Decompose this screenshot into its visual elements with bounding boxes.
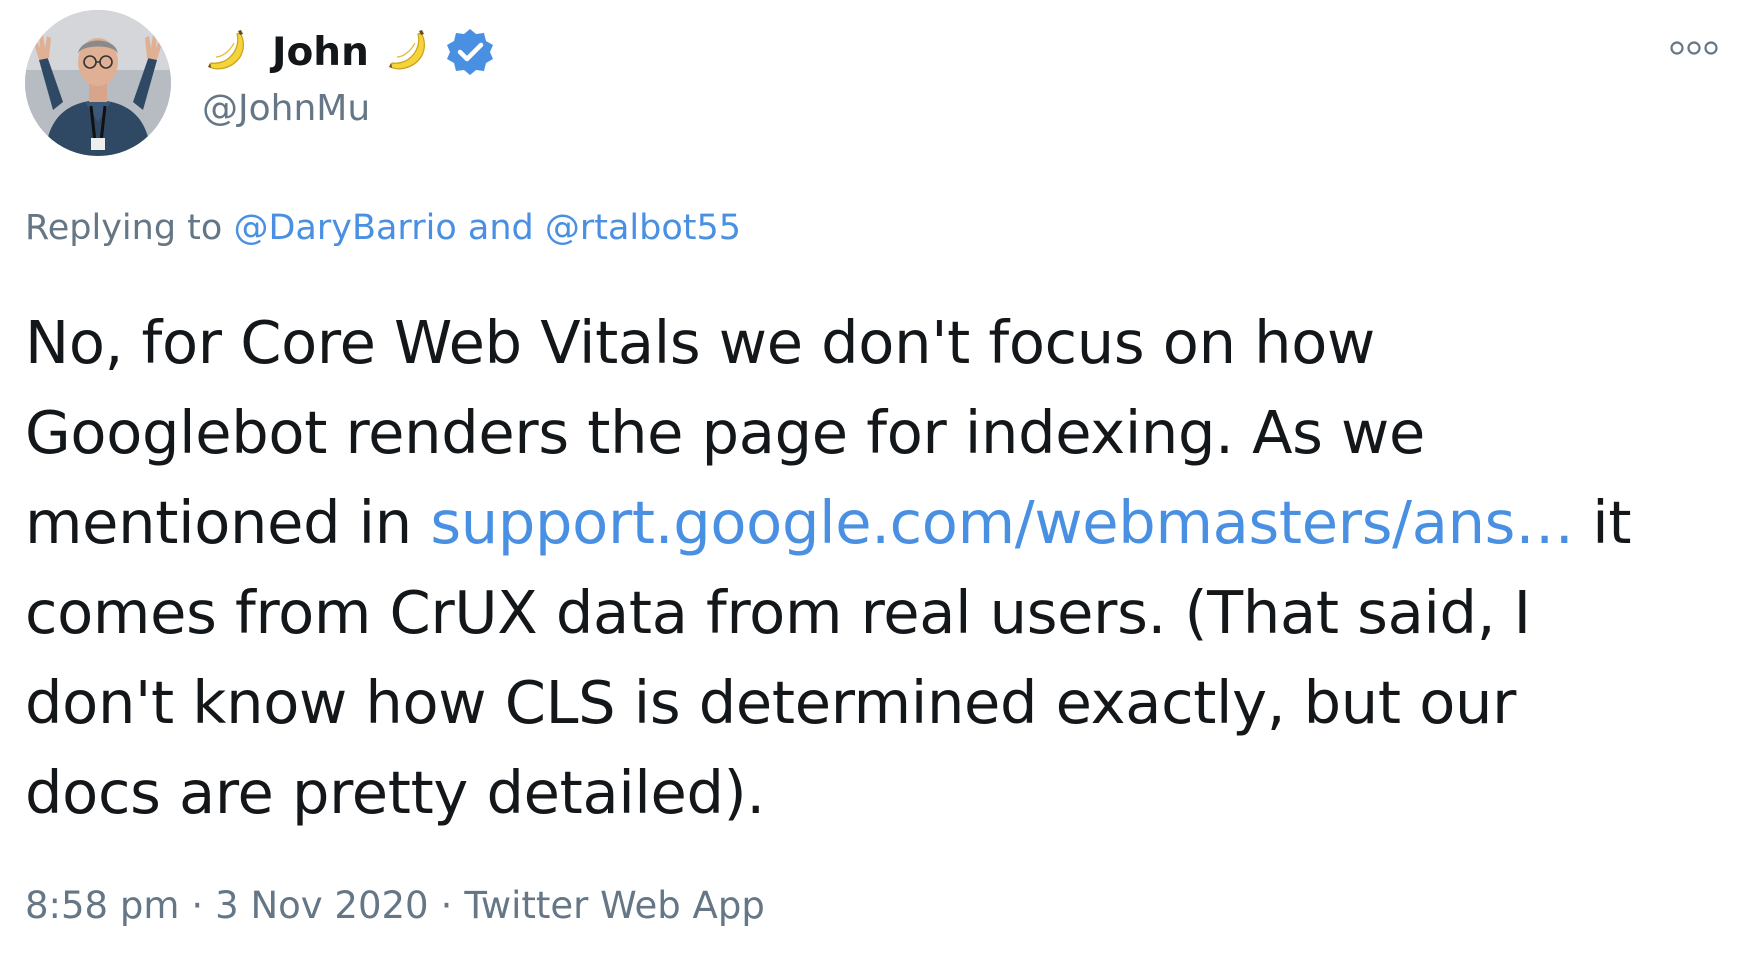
tweet-time[interactable]: 8:58 pm (25, 884, 179, 927)
mention-link-rtalbot55[interactable]: @rtalbot55 (545, 208, 741, 248)
tweet-text-segment: mentioned in (25, 488, 412, 557)
tweet-card: John @JohnMu Replying to @DaryBarrio and… (0, 0, 1755, 956)
more-options-icon[interactable] (1668, 36, 1720, 60)
author-name-row[interactable]: John (202, 22, 495, 82)
tweet-text-line: No, for Core Web Vitals we don't focus o… (25, 308, 1375, 377)
meta-separator: · (191, 884, 204, 927)
avatar[interactable] (25, 10, 171, 156)
banana-icon (202, 27, 254, 77)
tweet-text: No, for Core Web Vitals we don't focus o… (25, 298, 1735, 838)
tweet-metadata: 8:58 pm · 3 Nov 2020 · Twitter Web App (25, 884, 765, 927)
display-name[interactable]: John (272, 30, 369, 75)
replying-to-line: Replying to @DaryBarrio and @rtalbot55 (25, 208, 741, 248)
tweet-text-line: Googlebot renders the page for indexing.… (25, 398, 1425, 467)
banana-icon (383, 27, 435, 77)
tweet-text-line: docs are pretty detailed). (25, 758, 765, 827)
tweet-source[interactable]: Twitter Web App (464, 884, 764, 927)
verified-badge-icon (445, 27, 495, 77)
tweet-date[interactable]: 3 Nov 2020 (215, 884, 428, 927)
tweet-text-line: mentioned in support.google.com/webmaste… (25, 478, 1735, 568)
avatar-photo (25, 10, 171, 156)
replying-to-conjunction: and (467, 208, 534, 248)
meta-separator: · (440, 884, 453, 927)
replying-to-label: Replying to (25, 208, 223, 248)
tweet-text-segment: it (1592, 488, 1632, 557)
tweet-text-line: comes from CrUX data from real users. (T… (25, 578, 1531, 647)
author-handle[interactable]: @JohnMu (202, 88, 370, 129)
tweet-text-line: don't know how CLS is determined exactly… (25, 668, 1517, 737)
support-link[interactable]: support.google.com/webmasters/ans… (430, 488, 1574, 557)
mention-link-darybarrio[interactable]: @DaryBarrio (233, 208, 456, 248)
